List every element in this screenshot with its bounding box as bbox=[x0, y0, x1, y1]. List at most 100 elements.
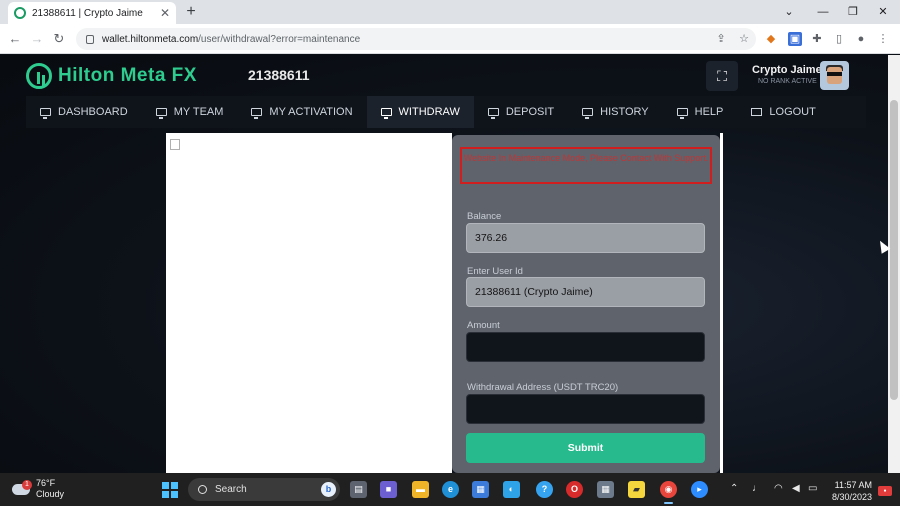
nav-item-withdraw[interactable]: WITHDRAW bbox=[366, 96, 474, 128]
chrome-icon[interactable]: ◉ bbox=[660, 481, 677, 504]
weather-temp: 76°F bbox=[36, 478, 56, 488]
maintenance-alert: Website In Maintenance Mode, Please Cont… bbox=[460, 147, 712, 184]
nav-item-label: LOGOUT bbox=[769, 106, 816, 118]
notification-icon[interactable]: ● bbox=[878, 486, 892, 496]
nav-item-help[interactable]: HELP bbox=[663, 96, 738, 128]
user-name: Crypto Jaime bbox=[752, 64, 822, 76]
maximize-button[interactable]: ❐ bbox=[838, 0, 868, 24]
withdrawal-address-input[interactable] bbox=[466, 394, 705, 424]
bookmark-star-icon[interactable]: ☆ bbox=[737, 32, 751, 46]
store-icon[interactable]: ▦ bbox=[472, 481, 489, 498]
metamask-extension-icon[interactable]: ◆ bbox=[764, 32, 778, 46]
nav-item-deposit[interactable]: DEPOSIT bbox=[474, 96, 568, 128]
card-edge bbox=[720, 133, 723, 473]
user-rank: NO RANK ACTIVE bbox=[758, 78, 817, 85]
submit-button[interactable]: Submit bbox=[466, 433, 705, 463]
reload-icon[interactable]: ↻ bbox=[50, 30, 68, 48]
share-icon[interactable]: ⇪ bbox=[714, 32, 728, 46]
profile-avatar-icon[interactable]: ● bbox=[854, 32, 868, 46]
amount-label: Amount bbox=[467, 320, 500, 331]
avatar[interactable] bbox=[820, 61, 849, 90]
header-user-id: 21388611 bbox=[248, 67, 310, 83]
wifi-icon[interactable]: ◠ bbox=[774, 483, 783, 494]
address-bar[interactable]: wallet.hiltonmeta.com/user/withdrawal?er… bbox=[76, 28, 756, 50]
user-id-label: Enter User Id bbox=[467, 266, 523, 277]
site-favicon-icon bbox=[14, 7, 26, 19]
nav-item-history[interactable]: HISTORY bbox=[568, 96, 663, 128]
browser-tab[interactable]: 21388611 | Crypto Jaime ✕ bbox=[8, 2, 176, 24]
back-arrow-icon[interactable]: ← bbox=[6, 30, 24, 48]
taskbar-search[interactable]: Search b bbox=[188, 478, 340, 501]
battery-icon[interactable]: ▭ bbox=[808, 483, 817, 494]
extension-icon[interactable]: ▣ bbox=[788, 32, 802, 46]
nav-item-logout[interactable]: LOGOUT bbox=[737, 96, 829, 128]
system-clock[interactable]: 11:57 AM 8/30/2023 bbox=[820, 479, 872, 503]
logo-text: Hilton Meta FX bbox=[58, 65, 197, 86]
logo-mark-icon bbox=[26, 63, 52, 89]
browser-toolbar: ← → ↻ wallet.hiltonmeta.com/user/withdra… bbox=[0, 24, 900, 54]
nav-item-label: HELP bbox=[694, 106, 724, 118]
windows-start-icon[interactable] bbox=[162, 482, 178, 498]
weather-badge: 1 bbox=[22, 479, 32, 490]
side-panel-icon[interactable]: ▯ bbox=[832, 32, 846, 46]
withdraw-form-card: Website In Maintenance Mode, Please Cont… bbox=[452, 135, 720, 473]
opera-icon[interactable]: O bbox=[566, 481, 583, 498]
fullscreen-toggle-icon[interactable]: ⛶ bbox=[706, 61, 738, 91]
minimize-button[interactable]: — bbox=[808, 0, 838, 24]
search-label: Search bbox=[215, 484, 247, 495]
monitor-icon bbox=[380, 108, 392, 119]
monitor-icon bbox=[487, 108, 499, 119]
calculator-icon[interactable]: ▦ bbox=[597, 481, 614, 498]
extensions-puzzle-icon[interactable]: ✚ bbox=[810, 32, 824, 46]
bing-icon[interactable]: b bbox=[321, 482, 336, 497]
help-app-icon[interactable]: ? bbox=[536, 481, 553, 498]
main-nav: DASHBOARD MY TEAM MY ACTIVATION WITHDRAW… bbox=[26, 96, 866, 128]
weather-app-icon[interactable]: ◐ bbox=[503, 481, 520, 498]
tray-chevron-icon[interactable]: ⌃ bbox=[730, 483, 738, 494]
nav-item-label: MY TEAM bbox=[173, 106, 224, 118]
tab-search-icon[interactable]: ⌄ bbox=[774, 0, 804, 24]
balance-label: Balance bbox=[467, 211, 502, 222]
nav-item-label: MY ACTIVATION bbox=[269, 106, 353, 118]
microphone-icon[interactable]: ♩ bbox=[752, 483, 762, 494]
broken-image-panel bbox=[166, 133, 452, 473]
url-path: /user/withdrawal?error=maintenance bbox=[198, 33, 361, 45]
nav-item-label: WITHDRAW bbox=[398, 106, 460, 118]
envelope-icon bbox=[751, 108, 763, 116]
browser-menu-icon[interactable]: ⋮ bbox=[876, 32, 890, 46]
teams-chat-icon[interactable]: ■ bbox=[380, 481, 397, 498]
taskbar: 1 76°F Cloudy Search b ▤ ■ ▬ e ▦ ◐ ? O ▦ … bbox=[0, 473, 900, 506]
file-explorer-icon[interactable]: ▬ bbox=[412, 481, 429, 498]
edge-icon[interactable]: e bbox=[442, 481, 459, 498]
page-content: Hilton Meta FX 21388611 ⛶ Crypto Jaime N… bbox=[0, 55, 888, 473]
volume-icon[interactable]: ◀ bbox=[792, 483, 800, 494]
close-window-button[interactable]: ✕ bbox=[868, 0, 898, 24]
nav-item-label: HISTORY bbox=[600, 106, 649, 118]
amount-input[interactable] bbox=[466, 332, 705, 362]
cloud-icon: 1 bbox=[12, 479, 32, 495]
monitor-icon bbox=[40, 108, 51, 119]
zoom-icon[interactable]: ▸ bbox=[691, 481, 708, 498]
balance-field[interactable]: 376.26 bbox=[466, 223, 705, 253]
tab-close-icon[interactable]: ✕ bbox=[160, 6, 170, 20]
user-id-field[interactable]: 21388611 (Crypto Jaime) bbox=[466, 277, 705, 307]
nav-item-label: DASHBOARD bbox=[58, 106, 128, 118]
scrollbar-thumb[interactable] bbox=[890, 100, 898, 400]
monitor-icon bbox=[251, 108, 263, 119]
clock-time: 11:57 AM bbox=[834, 480, 872, 490]
withdrawal-address-label: Withdrawal Address (USDT TRC20) bbox=[467, 382, 619, 393]
lock-icon bbox=[86, 34, 94, 44]
forward-arrow-icon[interactable]: → bbox=[28, 30, 46, 48]
search-icon bbox=[198, 485, 207, 494]
sticky-notes-icon[interactable]: ▰ bbox=[628, 481, 645, 498]
tab-title: 21388611 | Crypto Jaime bbox=[32, 7, 143, 19]
task-view-icon[interactable]: ▤ bbox=[350, 481, 367, 498]
nav-item-dashboard[interactable]: DASHBOARD bbox=[26, 96, 142, 128]
weather-widget[interactable]: 1 76°F Cloudy bbox=[12, 478, 64, 500]
clock-date: 8/30/2023 bbox=[831, 492, 872, 502]
new-tab-button[interactable]: + bbox=[182, 2, 200, 22]
site-logo[interactable]: Hilton Meta FX bbox=[26, 63, 197, 89]
nav-item-my-activation[interactable]: MY ACTIVATION bbox=[237, 96, 366, 128]
url-host: wallet.hiltonmeta.com bbox=[102, 33, 199, 45]
nav-item-my-team[interactable]: MY TEAM bbox=[142, 96, 238, 128]
